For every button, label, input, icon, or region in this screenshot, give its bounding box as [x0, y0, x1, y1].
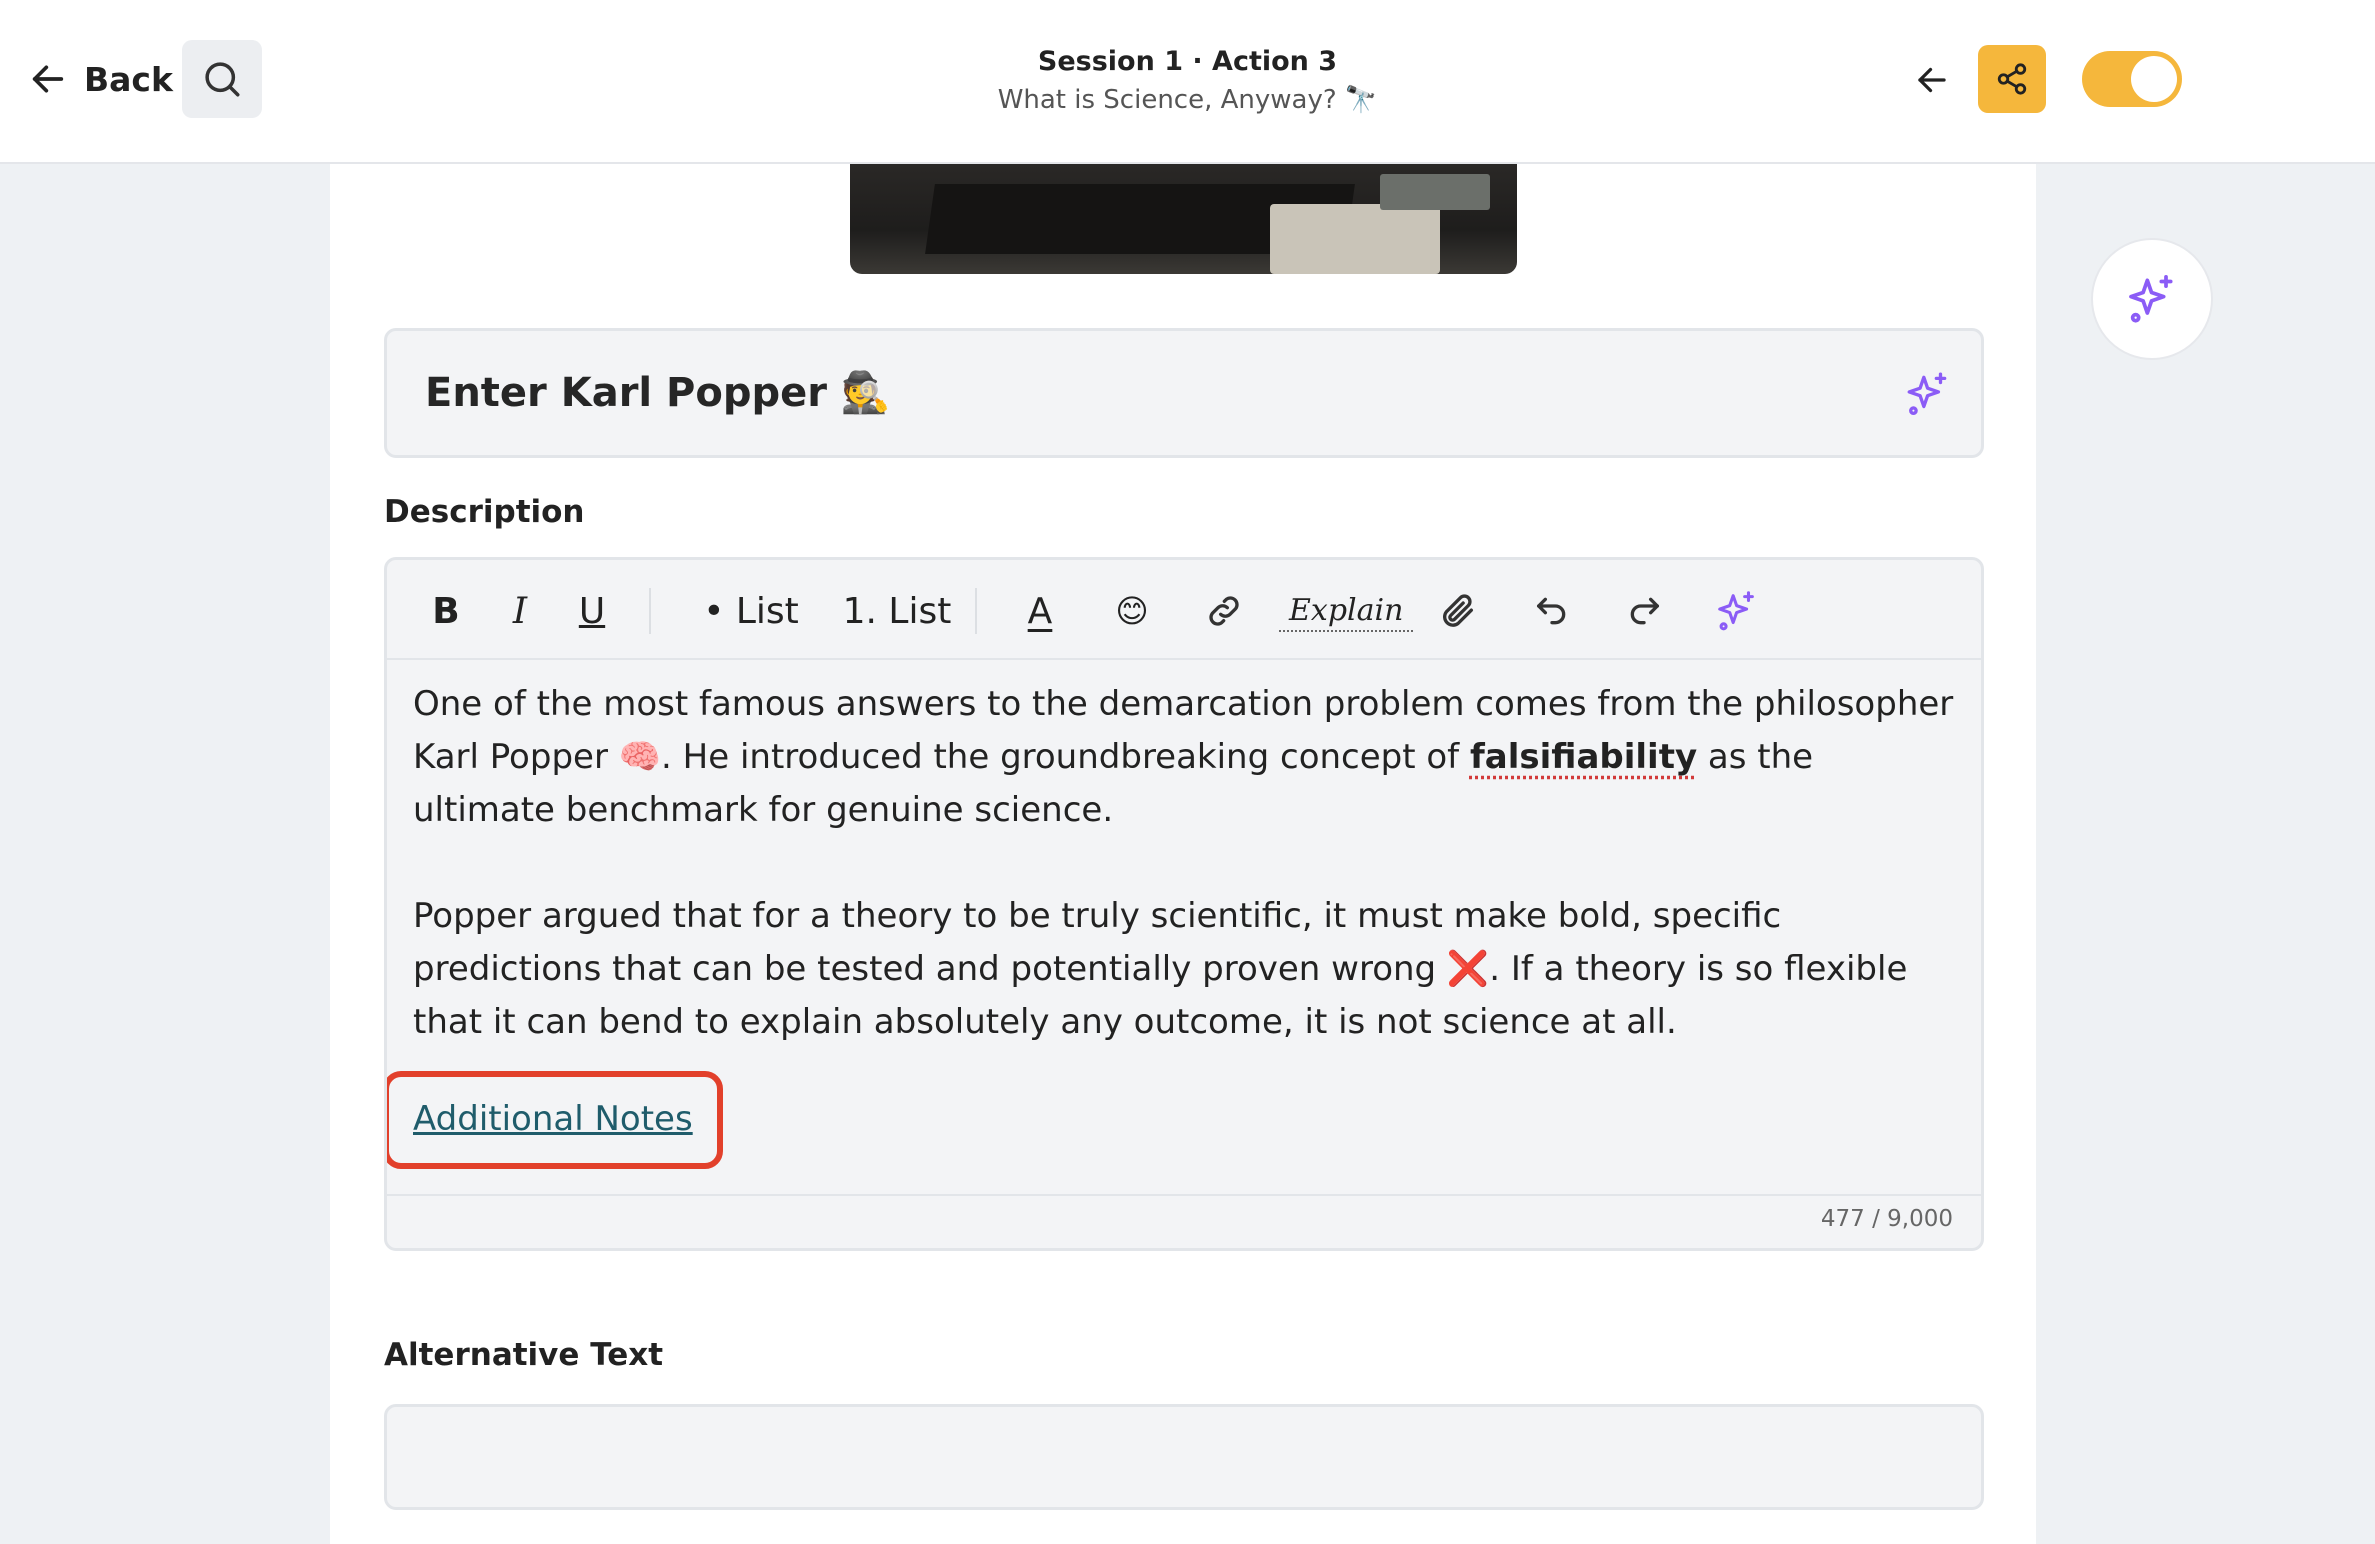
title-value: Enter Karl Popper 🕵️: [425, 370, 891, 416]
notes-link-container: Additional Notes: [387, 1071, 723, 1169]
paragraph-2: Popper argued that for a theory to be tr…: [413, 896, 1908, 1042]
ai-fab-button[interactable]: [2091, 238, 2213, 360]
editor-toolbar: B I U • List 1. List A 😊 Explain: [387, 560, 1981, 660]
redo-button[interactable]: [1619, 586, 1669, 636]
bullet-list-button[interactable]: • List: [685, 586, 817, 636]
mode-toggle[interactable]: [2082, 51, 2182, 107]
bold-button[interactable]: B: [421, 586, 471, 636]
paragraph-1: One of the most famous answers to the de…: [413, 684, 1954, 830]
paperclip-icon: [1443, 594, 1473, 627]
toggle-knob: [2131, 56, 2177, 102]
ai-assist-button[interactable]: [1709, 586, 1765, 636]
arrow-left-icon: [1918, 67, 1946, 93]
italic-button[interactable]: I: [495, 586, 545, 636]
previous-button[interactable]: [1908, 56, 1956, 104]
sparkles-icon[interactable]: [1903, 369, 1953, 419]
alt-text-input[interactable]: [384, 1404, 1984, 1510]
top-bar: Back Session 1 · Action 3 What is Scienc…: [0, 0, 2375, 164]
sparkles-icon: [1718, 591, 1754, 631]
falsifiability-term: falsifiability: [1469, 737, 1698, 777]
toolbar-divider: [649, 588, 651, 634]
text-color-button[interactable]: A: [1015, 586, 1065, 636]
attach-button[interactable]: [1433, 586, 1483, 636]
undo-button[interactable]: [1527, 586, 1577, 636]
content-card: Enter Karl Popper 🕵️ Description B I U •…: [330, 164, 2036, 1544]
title-input[interactable]: Enter Karl Popper 🕵️: [384, 328, 1984, 458]
share-icon: [1997, 63, 2027, 95]
editor-footer: 477 / 9,000: [387, 1194, 1981, 1248]
underline-button[interactable]: U: [567, 586, 617, 636]
numbered-list-button[interactable]: 1. List: [827, 586, 967, 636]
share-button[interactable]: [1978, 45, 2046, 113]
undo-icon: [1537, 597, 1566, 625]
sparkles-icon: [2129, 274, 2173, 323]
link-button[interactable]: [1199, 586, 1249, 636]
highlight-annotation: [387, 1071, 723, 1169]
alt-text-label: Alternative Text: [384, 1337, 664, 1373]
toolbar-divider: [975, 588, 977, 634]
emoji-button[interactable]: 😊: [1107, 586, 1157, 636]
description-editor[interactable]: B I U • List 1. List A 😊 Explain One of …: [384, 557, 1984, 1251]
editor-content[interactable]: One of the most famous answers to the de…: [387, 678, 1961, 1169]
link-icon: [1209, 596, 1239, 626]
explain-button[interactable]: Explain: [1279, 590, 1414, 632]
character-count: 477 / 9,000: [1820, 1206, 1953, 1232]
hero-image: [850, 164, 1517, 274]
description-label: Description: [384, 494, 585, 530]
redo-icon: [1630, 597, 1659, 625]
